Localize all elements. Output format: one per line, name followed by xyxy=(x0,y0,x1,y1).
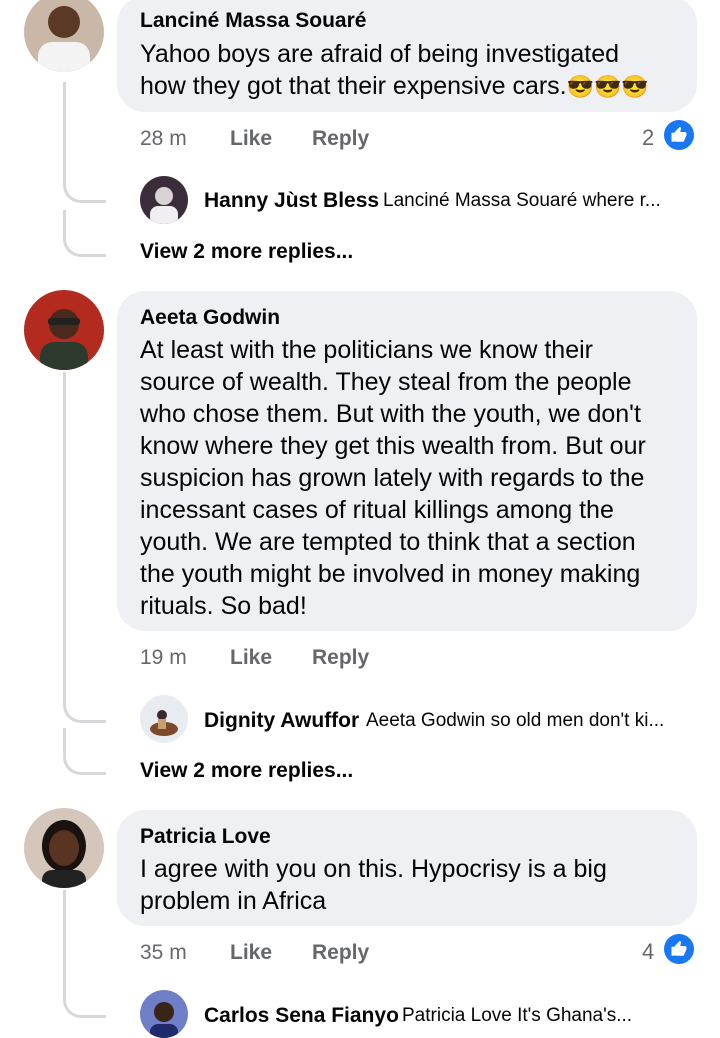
thread-line xyxy=(63,372,66,702)
reaction-count[interactable]: 4 xyxy=(642,939,654,965)
comment-text-line: the youth might be involved in money mak… xyxy=(140,560,641,588)
thread-connector xyxy=(63,680,106,723)
comment-text-line: At least with the politicians we know th… xyxy=(140,336,593,364)
reply-button[interactable]: Reply xyxy=(312,646,369,670)
comment-timestamp: 19 m xyxy=(140,646,187,669)
reply-snippet[interactable]: Lanciné Massa Souaré where r... xyxy=(383,190,661,212)
comment-text: At least with the politicians we know th… xyxy=(140,334,646,622)
reply-author[interactable]: Dignity Awuffor xyxy=(204,709,359,733)
comment-text-line: youth. We are tempted to think that a se… xyxy=(140,528,636,556)
thread-connector xyxy=(63,210,106,257)
reply-button[interactable]: Reply xyxy=(312,127,369,151)
avatar[interactable] xyxy=(24,808,104,888)
like-reaction-icon xyxy=(664,120,694,150)
reaction-count[interactable]: 2 xyxy=(642,125,654,151)
comment-text-line: problem in Africa xyxy=(140,887,327,915)
comment-text-line: Yahoo boys are afraid of being investiga… xyxy=(140,40,620,68)
reply-avatar[interactable] xyxy=(140,176,188,224)
comment-text-line: I agree with you on this. Hypocrisy is a… xyxy=(140,855,607,883)
reply-author[interactable]: Carlos Sena Fianyo xyxy=(204,1004,399,1028)
comment-author[interactable]: Aeeta Godwin xyxy=(140,306,280,330)
thread-connector xyxy=(63,160,106,203)
comment-text-line: suspicion has grown lately with regards … xyxy=(140,464,645,492)
comment-timestamp: 35 m xyxy=(140,941,187,964)
comment-text-line: source of wealth. They steal from the pe… xyxy=(140,368,632,396)
comment-text-line: who chose them. But with the youth, we d… xyxy=(140,400,641,428)
reply-button[interactable]: Reply xyxy=(312,941,369,965)
thread-connector xyxy=(63,975,106,1018)
sunglasses-emoji-icon: 😎😎😎 xyxy=(566,74,649,99)
comment-text-line: incessant cases of ritual killings among… xyxy=(140,496,614,524)
reply-author[interactable]: Hanny Jùst Bless xyxy=(204,189,379,213)
comment-text: Yahoo boys are afraid of being investiga… xyxy=(140,38,649,103)
comment-text-line: rituals. So bad! xyxy=(140,592,307,620)
comment-text: I agree with you on this. Hypocrisy is a… xyxy=(140,853,607,917)
view-more-replies-link[interactable]: View 2 more replies... xyxy=(140,240,353,264)
like-button[interactable]: Like xyxy=(230,127,272,151)
view-more-replies-link[interactable]: View 2 more replies... xyxy=(140,759,353,783)
avatar[interactable] xyxy=(24,290,104,370)
reply-avatar[interactable] xyxy=(140,990,188,1038)
comment-author[interactable]: Patricia Love xyxy=(140,825,271,849)
comment-timestamp: 28 m xyxy=(140,127,187,150)
avatar[interactable] xyxy=(24,0,104,72)
reply-snippet[interactable]: Patricia Love It's Ghana's... xyxy=(402,1005,632,1027)
reply-snippet[interactable]: Aeeta Godwin so old men don't ki... xyxy=(366,710,664,732)
reply-avatar[interactable] xyxy=(140,695,188,743)
like-button[interactable]: Like xyxy=(230,941,272,965)
comment-text-line: know where they get this wealth from. Bu… xyxy=(140,432,646,460)
like-button[interactable]: Like xyxy=(230,646,272,670)
comment-author[interactable]: Lanciné Massa Souaré xyxy=(140,9,366,33)
like-reaction-icon xyxy=(664,934,694,964)
comment-text-line: how they got that their expensive cars.😎… xyxy=(140,72,649,100)
thread-connector xyxy=(63,728,106,775)
